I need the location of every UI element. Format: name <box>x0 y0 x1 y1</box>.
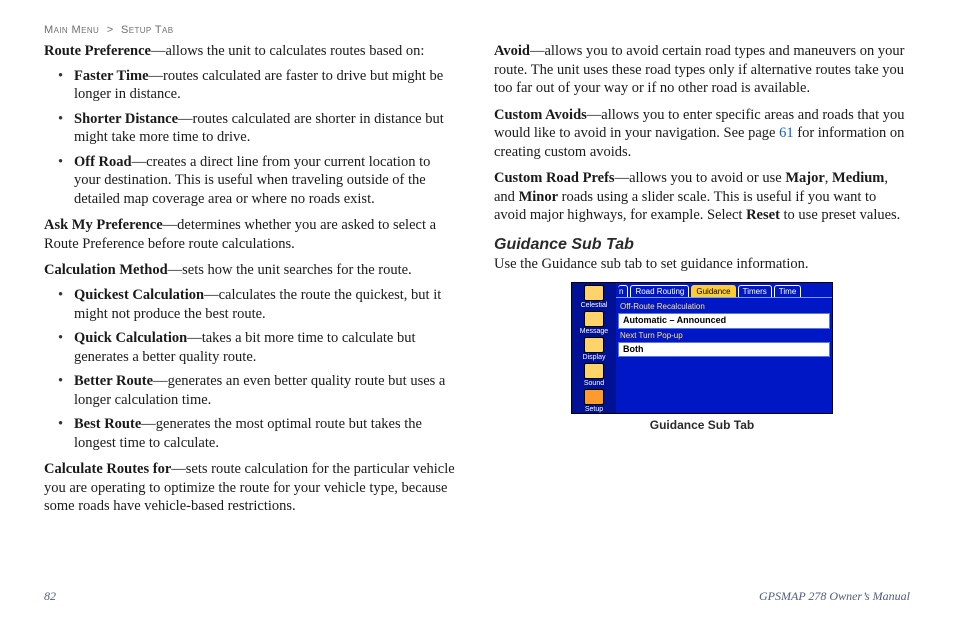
field-label-recalc: Off-Route Recalculation <box>620 302 830 312</box>
calc-method-para: Calculation Method—sets how the unit sea… <box>44 261 460 280</box>
cm-term: Quick Calculation <box>74 330 187 346</box>
breadcrumb-main: Main Menu <box>44 24 99 36</box>
setup-icon <box>584 389 604 405</box>
custom-avoids-para: Custom Avoids—allows you to enter specif… <box>494 106 910 162</box>
route-preference-term: Route Preference <box>44 43 151 59</box>
rp-term: Faster Time <box>74 68 149 84</box>
field-value-recalc: Automatic – Announced <box>618 313 830 329</box>
device-body: Off-Route Recalculation Automatic – Anno… <box>616 297 832 413</box>
calc-method-desc: —sets how the unit searches for the rout… <box>168 262 412 278</box>
device-main: n Road Routing Guidance Timers Time Off-… <box>616 283 832 413</box>
custom-road-prefs-term: Custom Road Prefs <box>494 170 615 186</box>
tab-guidance: Guidance <box>691 285 735 297</box>
rp-item-shorter-distance: Shorter Distance—routes calculated are s… <box>44 110 460 147</box>
avoid-term: Avoid <box>494 43 530 59</box>
crp-medium: Medium <box>832 170 884 186</box>
device-screenshot: Celestial Message Display Sound Setup n … <box>571 282 833 414</box>
device-caption: Guidance Sub Tab <box>494 418 910 433</box>
sidebar-label: Celestial <box>581 302 608 309</box>
crp-minor: Minor <box>519 189 558 205</box>
calc-routes-for-para: Calculate Routes for—sets route calculat… <box>44 460 460 516</box>
manual-page: Main Menu > Setup Tab Route Preference—a… <box>0 0 954 618</box>
rp-item-faster-time: Faster Time—routes calculated are faster… <box>44 67 460 104</box>
field-value-nextturn: Both <box>618 342 830 358</box>
avoid-para: Avoid—allows you to avoid certain road t… <box>494 42 910 98</box>
tab-fragment: n <box>618 285 628 297</box>
cm-item-quickest: Quickest Calculation—calculates the rout… <box>44 286 460 323</box>
crp-major: Major <box>785 170 824 186</box>
content-columns: Route Preference—allows the unit to calc… <box>44 42 910 524</box>
cm-item-best: Best Route—generates the most optimal ro… <box>44 415 460 452</box>
ask-preference-para: Ask My Preference—determines whether you… <box>44 216 460 253</box>
sidebar-label: Display <box>583 354 606 361</box>
sidebar-item-message: Message <box>574 311 614 335</box>
breadcrumb: Main Menu > Setup Tab <box>44 24 910 36</box>
ask-preference-term: Ask My Preference <box>44 217 163 233</box>
sidebar-label: Sound <box>584 380 604 387</box>
crp-reset: Reset <box>746 207 780 223</box>
crp-c1: , <box>825 170 832 186</box>
sidebar-label: Message <box>580 328 608 335</box>
page-footer: 82 GPSMAP 278 Owner’s Manual <box>44 589 910 604</box>
sidebar-item-sound: Sound <box>574 363 614 387</box>
cm-item-quick: Quick Calculation—takes a bit more time … <box>44 329 460 366</box>
right-column: Avoid—allows you to avoid certain road t… <box>494 42 910 524</box>
route-preference-para: Route Preference—allows the unit to calc… <box>44 42 460 61</box>
sidebar-item-setup: Setup <box>574 389 614 413</box>
custom-road-prefs-para: Custom Road Prefs—allows you to avoid or… <box>494 169 910 225</box>
guidance-text: Use the Guidance sub tab to set guidance… <box>494 255 910 274</box>
breadcrumb-setup: Setup Tab <box>121 24 174 36</box>
sidebar-item-celestial: Celestial <box>574 285 614 309</box>
crp-c: to use preset values. <box>780 207 900 223</box>
calc-method-list: Quickest Calculation—calculates the rout… <box>44 286 460 452</box>
route-preference-list: Faster Time—routes calculated are faster… <box>44 67 460 209</box>
tab-timers: Timers <box>738 285 772 297</box>
guidance-subhead: Guidance Sub Tab <box>494 235 910 255</box>
calc-method-term: Calculation Method <box>44 262 168 278</box>
calc-routes-for-term: Calculate Routes for <box>44 461 171 477</box>
device-tabs: n Road Routing Guidance Timers Time <box>616 283 832 297</box>
breadcrumb-sep: > <box>107 24 114 36</box>
field-label-nextturn: Next Turn Pop-up <box>620 331 830 341</box>
cm-term: Quickest Calculation <box>74 287 204 303</box>
route-preference-desc: —allows the unit to calculates routes ba… <box>151 43 424 59</box>
device-sidebar: Celestial Message Display Sound Setup <box>572 283 616 413</box>
device-screenshot-wrap: Celestial Message Display Sound Setup n … <box>494 282 910 433</box>
manual-title: GPSMAP 278 Owner’s Manual <box>759 589 910 604</box>
page-link-61[interactable]: 61 <box>779 125 794 141</box>
sound-icon <box>584 363 604 379</box>
sidebar-item-display: Display <box>574 337 614 361</box>
sidebar-label: Setup <box>585 406 603 413</box>
custom-avoids-term: Custom Avoids <box>494 107 587 123</box>
page-number: 82 <box>44 589 56 604</box>
crp-a: —allows you to avoid or use <box>615 170 786 186</box>
left-column: Route Preference—allows the unit to calc… <box>44 42 460 524</box>
cm-term: Best Route <box>74 416 141 432</box>
message-icon <box>584 311 604 327</box>
rp-term: Shorter Distance <box>74 111 178 127</box>
tab-road-routing: Road Routing <box>630 285 689 297</box>
cm-item-better: Better Route—generates an even better qu… <box>44 372 460 409</box>
display-icon <box>584 337 604 353</box>
celestial-icon <box>584 285 604 301</box>
avoid-desc: —allows you to avoid certain road types … <box>494 43 905 96</box>
rp-term: Off Road <box>74 154 132 170</box>
rp-item-off-road: Off Road—creates a direct line from your… <box>44 153 460 209</box>
cm-term: Better Route <box>74 373 153 389</box>
tab-time: Time <box>774 285 801 297</box>
